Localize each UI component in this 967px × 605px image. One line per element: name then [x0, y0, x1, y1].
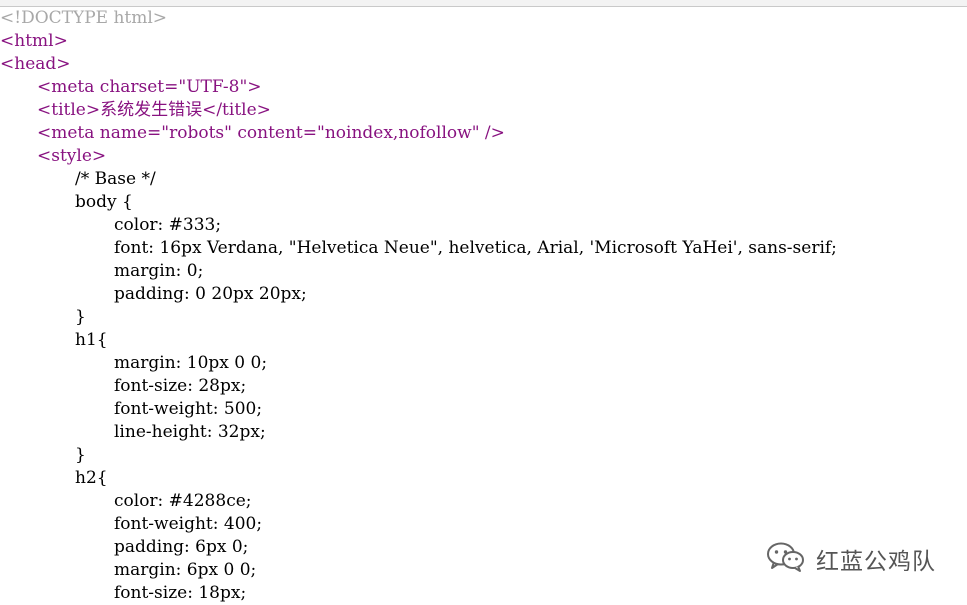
source-line: body {: [75, 192, 133, 212]
source-line: }: [75, 445, 86, 465]
source-line: margin: 10px 0 0;: [114, 353, 268, 373]
source-line: /* Base */: [75, 169, 156, 189]
source-line: <!DOCTYPE html>: [0, 8, 168, 28]
watermark-text: 红蓝公鸡队: [816, 549, 936, 575]
source-line: <style>: [37, 146, 107, 166]
browser-toolbar-edge: [0, 0, 967, 7]
source-line: margin: 0;: [114, 261, 204, 281]
source-line: <html>: [0, 31, 68, 51]
source-line: <head>: [0, 54, 71, 74]
source-line: h2{: [75, 468, 108, 488]
source-line: font-size: 18px;: [114, 583, 247, 603]
watermark: 红蓝公鸡队: [766, 541, 936, 577]
source-line: h1{: [75, 330, 108, 350]
page-source-view: <!DOCTYPE html> <html> <head> <meta char…: [0, 7, 967, 605]
source-line: font-weight: 500;: [114, 399, 263, 419]
wechat-icon: [766, 541, 806, 577]
source-line: font: 16px Verdana, "Helvetica Neue", he…: [114, 238, 837, 258]
source-line: color: #4288ce;: [114, 491, 252, 511]
source-line: color: #333;: [114, 215, 222, 235]
source-line: <title>系统发生错误</title>: [37, 100, 271, 120]
source-line: font-size: 28px;: [114, 376, 247, 396]
source-line: <meta charset="UTF-8">: [37, 77, 262, 97]
source-line: padding: 0 20px 20px;: [114, 284, 307, 304]
source-line: }: [75, 307, 86, 327]
source-line: line-height: 32px;: [114, 422, 266, 442]
source-line: font-weight: 400;: [114, 514, 263, 534]
source-line: <meta name="robots" content="noindex,nof…: [37, 123, 505, 143]
